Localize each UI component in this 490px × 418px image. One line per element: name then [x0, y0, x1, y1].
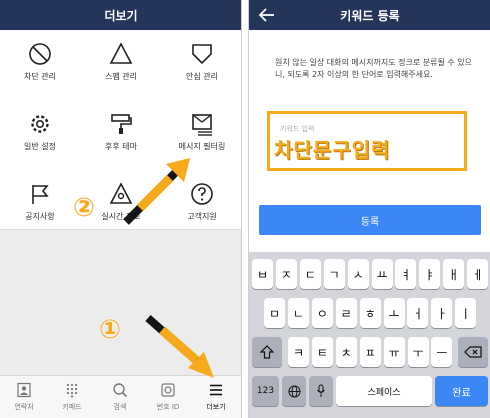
key-ㅓ[interactable]: ㅓ: [407, 298, 429, 328]
more-screen: 더보기 차단 관리 스팸 관리 안심 관리 일반 설정 후후 테마 메시지 필터…: [0, 0, 242, 418]
key-ㅎ[interactable]: ㅎ: [359, 298, 381, 328]
key-ㅂ[interactable]: ㅂ: [252, 259, 273, 289]
globe-key[interactable]: [282, 376, 306, 406]
keyword-input[interactable]: 키워드 입력 차단문구입력: [267, 111, 467, 171]
key-ㅍ[interactable]: ㅍ: [359, 337, 381, 367]
key-ㅑ[interactable]: ㅑ: [419, 259, 441, 289]
key-ㅈ[interactable]: ㅈ: [275, 259, 297, 289]
key-ㅋ[interactable]: ㅋ: [288, 337, 309, 367]
keyword-input-value: 차단문구입력: [274, 138, 391, 162]
key-ㅇ[interactable]: ㅇ: [311, 298, 333, 328]
key-ㅌ[interactable]: ㅌ: [311, 337, 333, 367]
arrow-step-one: [145, 315, 214, 378]
globe-icon: [287, 384, 301, 398]
space-key[interactable]: 스페이스: [336, 376, 432, 406]
microphone-key[interactable]: [309, 376, 333, 406]
arrow-step-two: [123, 158, 190, 225]
keyword-register-screen: 키워드 등록 원치 않는 일상 대화의 메시지까지도 정크로 분류될 수 있으니…: [248, 0, 490, 418]
keyword-header: 키워드 등록: [249, 0, 490, 30]
key-ㅗ[interactable]: ㅗ: [383, 298, 405, 328]
key-ㅛ[interactable]: ㅛ: [371, 259, 393, 289]
key-ㅅ[interactable]: ㅅ: [347, 259, 369, 289]
back-arrow-icon[interactable]: [257, 5, 277, 25]
key-ㅕ[interactable]: ㅕ: [395, 259, 417, 289]
keyword-description: 원치 않는 일상 대화의 메시지까지도 정크로 분류될 수 있으니, 되도록 2…: [275, 58, 472, 79]
step-two-badge: ②: [72, 193, 95, 223]
key-ㅣ[interactable]: ㅣ: [455, 298, 477, 328]
register-button[interactable]: 등록: [259, 205, 481, 235]
key-ㅊ[interactable]: ㅊ: [335, 337, 357, 367]
shift-icon: [260, 345, 274, 359]
delete-key[interactable]: [458, 337, 488, 367]
microphone-icon: [317, 384, 325, 397]
key-ㅡ[interactable]: ㅡ: [431, 337, 453, 367]
key-ㄴ[interactable]: ㄴ: [287, 298, 309, 328]
key-ㅏ[interactable]: ㅏ: [431, 298, 453, 328]
page-title: 키워드 등록: [340, 8, 400, 23]
key-ㅜ[interactable]: ㅜ: [407, 337, 429, 367]
key-ㅠ[interactable]: ㅠ: [383, 337, 405, 367]
key-ㅔ[interactable]: ㅔ: [467, 259, 489, 289]
shift-key[interactable]: [252, 337, 282, 367]
numbers-key[interactable]: 123: [252, 376, 279, 406]
done-key[interactable]: 완료: [435, 376, 488, 406]
keyword-input-placeholder: 키워드 입력: [280, 125, 315, 133]
arrow-overlay: [123, 158, 214, 378]
backspace-icon: [464, 346, 482, 358]
korean-keyboard: ㅂㅈㄷㄱㅅㅛㅕㅑㅐㅔㅁㄴㅇㄹㅎㅗㅓㅏㅣㅋㅌㅊㅍㅠㅜㅡ 123 스페이스 완료: [249, 252, 490, 418]
step-one-badge: ①: [98, 315, 121, 345]
key-ㅁ[interactable]: ㅁ: [264, 298, 285, 328]
key-ㅐ[interactable]: ㅐ: [443, 259, 465, 289]
key-ㄱ[interactable]: ㄱ: [323, 259, 345, 289]
key-ㄹ[interactable]: ㄹ: [335, 298, 357, 328]
key-ㄷ[interactable]: ㄷ: [299, 259, 321, 289]
